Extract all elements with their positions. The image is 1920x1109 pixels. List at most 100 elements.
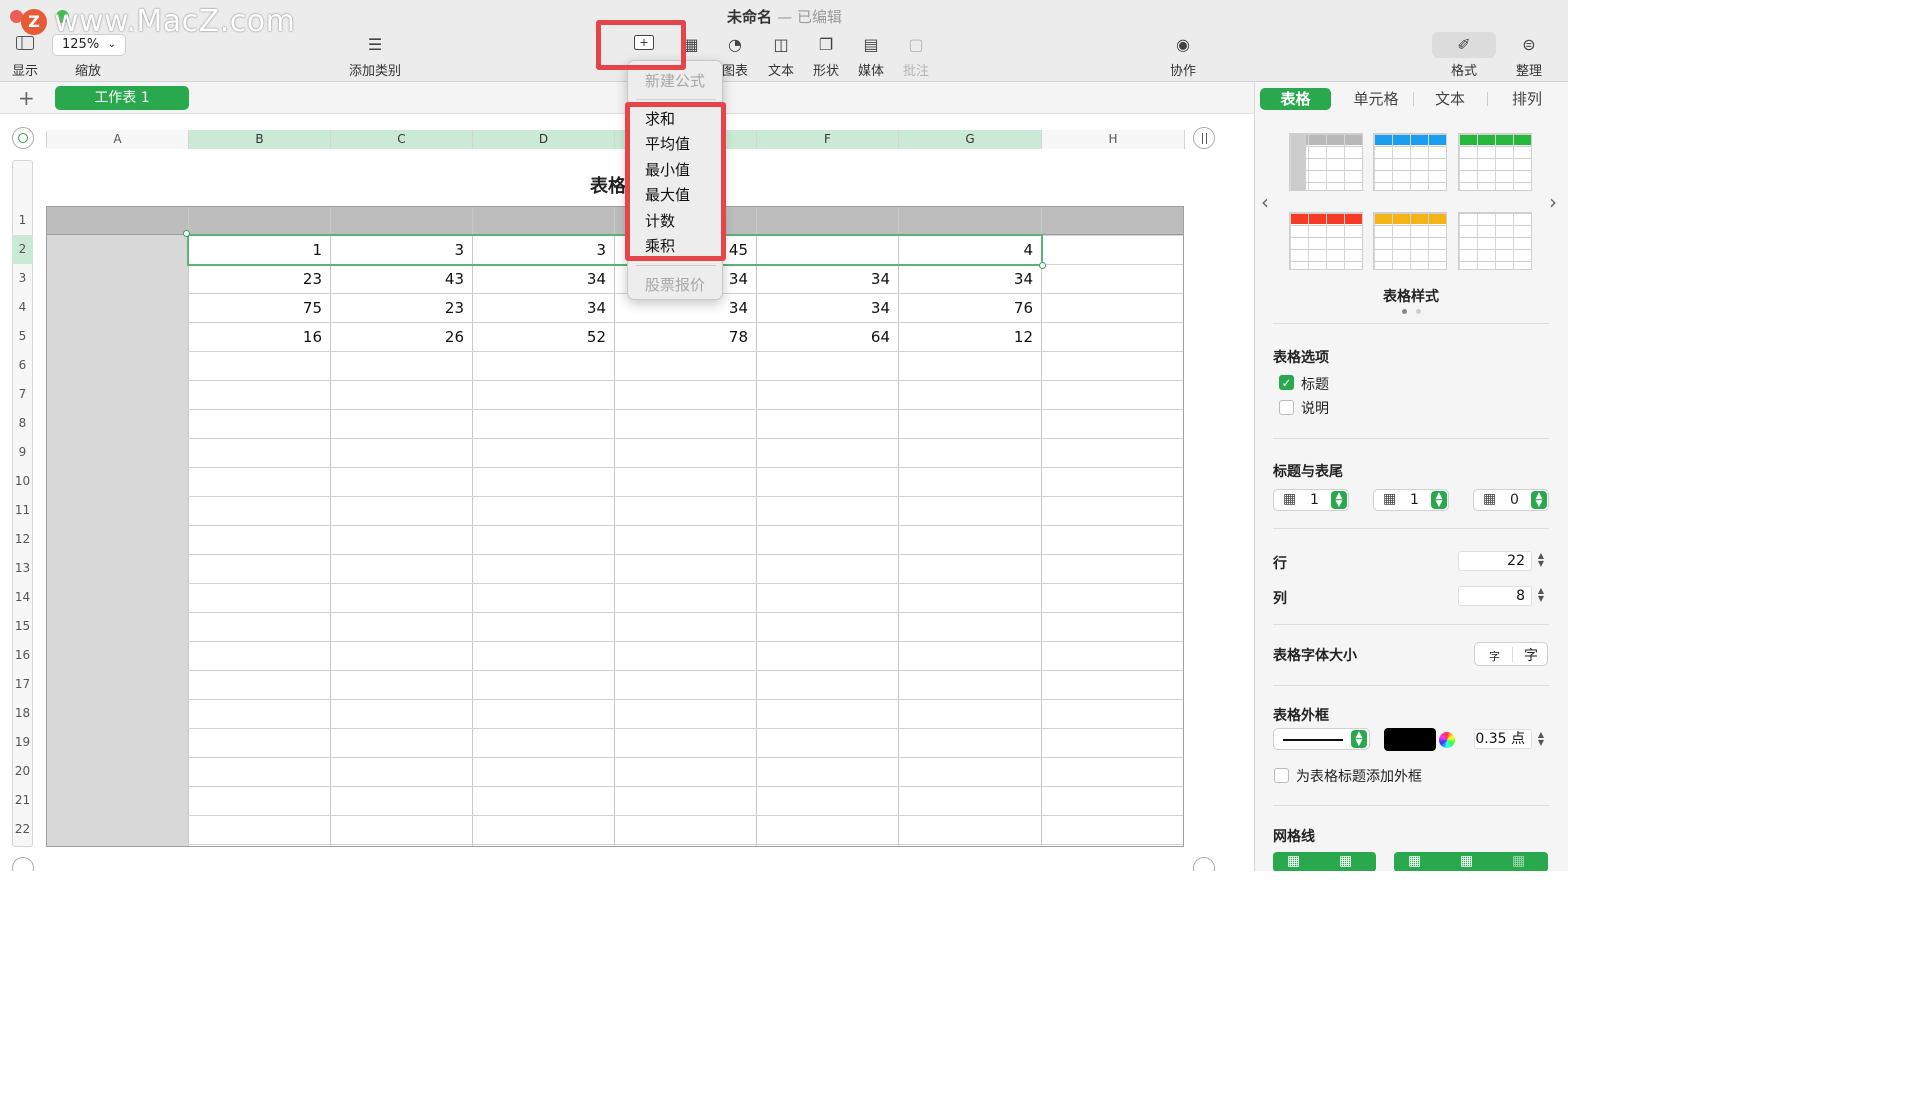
- organize-button[interactable]: ⊜ 整理: [1512, 32, 1546, 79]
- table-style-blue[interactable]: [1373, 133, 1447, 191]
- table-cell-C3[interactable]: 43: [330, 270, 464, 288]
- title-border-checkbox[interactable]: [1274, 768, 1289, 783]
- border-color-swatch[interactable]: [1384, 728, 1436, 751]
- column-header-A[interactable]: A: [47, 130, 189, 149]
- row-header-17[interactable]: 17: [12, 670, 33, 699]
- table-cell-F5[interactable]: 64: [756, 328, 890, 346]
- table-cell-G4[interactable]: 76: [898, 299, 1033, 317]
- format-button[interactable]: ✐ 格式: [1447, 32, 1481, 79]
- row-header-16[interactable]: 16: [12, 641, 33, 670]
- menu-item-minimum[interactable]: 最小值: [645, 159, 690, 180]
- table-cell-D4[interactable]: 34: [472, 299, 606, 317]
- chart-button[interactable]: ◔ 图表: [718, 32, 752, 79]
- table-button[interactable]: ▦: [680, 32, 702, 58]
- border-style-select[interactable]: ▲ ▼: [1273, 728, 1370, 750]
- row-header-2[interactable]: 2: [12, 235, 33, 264]
- row-header-8[interactable]: 8: [12, 409, 33, 438]
- row-header-4[interactable]: 4: [12, 293, 33, 322]
- row-header-19[interactable]: 19: [12, 728, 33, 757]
- table-cell-C5[interactable]: 26: [330, 328, 464, 346]
- tab-cell[interactable]: 单元格: [1341, 88, 1411, 110]
- cols-stepper-icon[interactable]: ▲ ▼: [1536, 587, 1546, 603]
- table-style-red[interactable]: [1289, 212, 1363, 270]
- menu-item-count[interactable]: 计数: [645, 210, 675, 231]
- row-header-22[interactable]: 22: [12, 815, 33, 844]
- add-category-button[interactable]: ☰ 添加类别: [345, 32, 405, 79]
- border-width-input[interactable]: 0.35 点: [1474, 729, 1532, 749]
- table-cell-D3[interactable]: 34: [472, 270, 606, 288]
- row-header-6[interactable]: 6: [12, 351, 33, 380]
- stepper-arrows-icon[interactable]: ▲ ▼: [1351, 730, 1367, 748]
- table-cell-D5[interactable]: 52: [472, 328, 606, 346]
- table-cell-F3[interactable]: 34: [756, 270, 890, 288]
- row-header-5[interactable]: 5: [12, 322, 33, 351]
- menu-item-stock-quote[interactable]: 股票报价: [645, 274, 705, 295]
- grid-footer-icon[interactable]: ▦: [1512, 853, 1525, 869]
- table-cell-C4[interactable]: 23: [330, 299, 464, 317]
- border-width-stepper-icon[interactable]: ▲ ▼: [1536, 731, 1546, 747]
- grid-horizontal-icon[interactable]: ▦: [1287, 853, 1300, 869]
- title-checkbox[interactable]: ✓: [1279, 375, 1294, 390]
- table-cell-F4[interactable]: 34: [756, 299, 890, 317]
- header-cols-stepper[interactable]: ▦ 1 ▲ ▼: [1373, 489, 1449, 511]
- shape-button[interactable]: ❐ 形状: [809, 32, 843, 79]
- insert-formula-button[interactable]: [630, 32, 658, 58]
- comment-button[interactable]: ▢ 批注: [899, 32, 933, 79]
- cols-input[interactable]: 8: [1458, 586, 1532, 606]
- chevron-right-icon[interactable]: ›: [1549, 190, 1557, 214]
- tab-text[interactable]: 文本: [1415, 88, 1485, 110]
- increase-font-button[interactable]: 字: [1524, 645, 1538, 665]
- row-header-21[interactable]: 21: [12, 786, 33, 815]
- add-sheet-button[interactable]: +: [18, 86, 35, 110]
- stepper-arrows-icon[interactable]: ▲ ▼: [1531, 491, 1547, 509]
- column-header-C[interactable]: C: [331, 130, 473, 149]
- table-style-green[interactable]: [1458, 133, 1532, 191]
- table-cell-G5[interactable]: 12: [898, 328, 1033, 346]
- tab-arrange[interactable]: 排列: [1492, 88, 1562, 110]
- media-button[interactable]: ▤ 媒体: [854, 32, 888, 79]
- page-dot-active[interactable]: [1402, 309, 1407, 314]
- selection-handle-bottom-right[interactable]: [1039, 262, 1046, 269]
- column-header-H[interactable]: H: [1042, 130, 1185, 149]
- row-header-7[interactable]: 7: [12, 380, 33, 409]
- menu-item-sum[interactable]: 求和: [645, 108, 675, 129]
- zoom-select[interactable]: 125% ⌄: [52, 34, 126, 56]
- sheet-tab-active[interactable]: 工作表 1: [55, 86, 189, 110]
- table-style-plain[interactable]: [1458, 212, 1532, 270]
- header-rows-stepper[interactable]: ▦ 1 ▲ ▼: [1273, 489, 1349, 511]
- table-style-gray[interactable]: [1289, 133, 1363, 191]
- grid-vertical-icon[interactable]: ▦: [1339, 853, 1352, 869]
- chevron-left-icon[interactable]: ‹: [1261, 190, 1269, 214]
- page-dot[interactable]: [1416, 309, 1421, 314]
- row-header-9[interactable]: 9: [12, 438, 33, 467]
- select-table-handle[interactable]: [12, 127, 34, 149]
- add-column-handle[interactable]: [1193, 127, 1215, 149]
- collaborate-button[interactable]: ◉ 协作: [1166, 32, 1200, 79]
- column-header-F[interactable]: F: [757, 130, 899, 149]
- row-header-18[interactable]: 18: [12, 699, 33, 728]
- rows-input[interactable]: 22: [1458, 551, 1532, 571]
- table-cell-B5[interactable]: 16: [188, 328, 322, 346]
- menu-item-average[interactable]: 平均值: [645, 133, 690, 154]
- row-header-14[interactable]: 14: [12, 583, 33, 612]
- display-button[interactable]: 显示: [10, 32, 40, 79]
- column-header-G[interactable]: G: [899, 130, 1042, 149]
- stepper-arrows-icon[interactable]: ▲ ▼: [1331, 491, 1347, 509]
- column-header-B[interactable]: B: [189, 130, 331, 149]
- row-header-13[interactable]: 13: [12, 554, 33, 583]
- grid-header-col-icon[interactable]: ▦: [1460, 853, 1473, 869]
- table-cell-G3[interactable]: 34: [898, 270, 1033, 288]
- row-header-10[interactable]: 10: [12, 467, 33, 496]
- table-cell-E5[interactable]: 78: [614, 328, 748, 346]
- caption-checkbox[interactable]: [1279, 400, 1294, 415]
- grid-header-row-icon[interactable]: ▦: [1408, 853, 1421, 869]
- text-button[interactable]: ◫ 文本: [764, 32, 798, 79]
- row-header-20[interactable]: 20: [12, 757, 33, 786]
- table-cell-B3[interactable]: 23: [188, 270, 322, 288]
- decrease-font-button[interactable]: 字: [1489, 648, 1500, 664]
- menu-item-new-formula[interactable]: 新建公式: [645, 70, 705, 91]
- table-cell-E4[interactable]: 34: [614, 299, 748, 317]
- row-header-11[interactable]: 11: [12, 496, 33, 525]
- column-header-D[interactable]: D: [473, 130, 615, 149]
- row-header-3[interactable]: 3: [12, 264, 33, 293]
